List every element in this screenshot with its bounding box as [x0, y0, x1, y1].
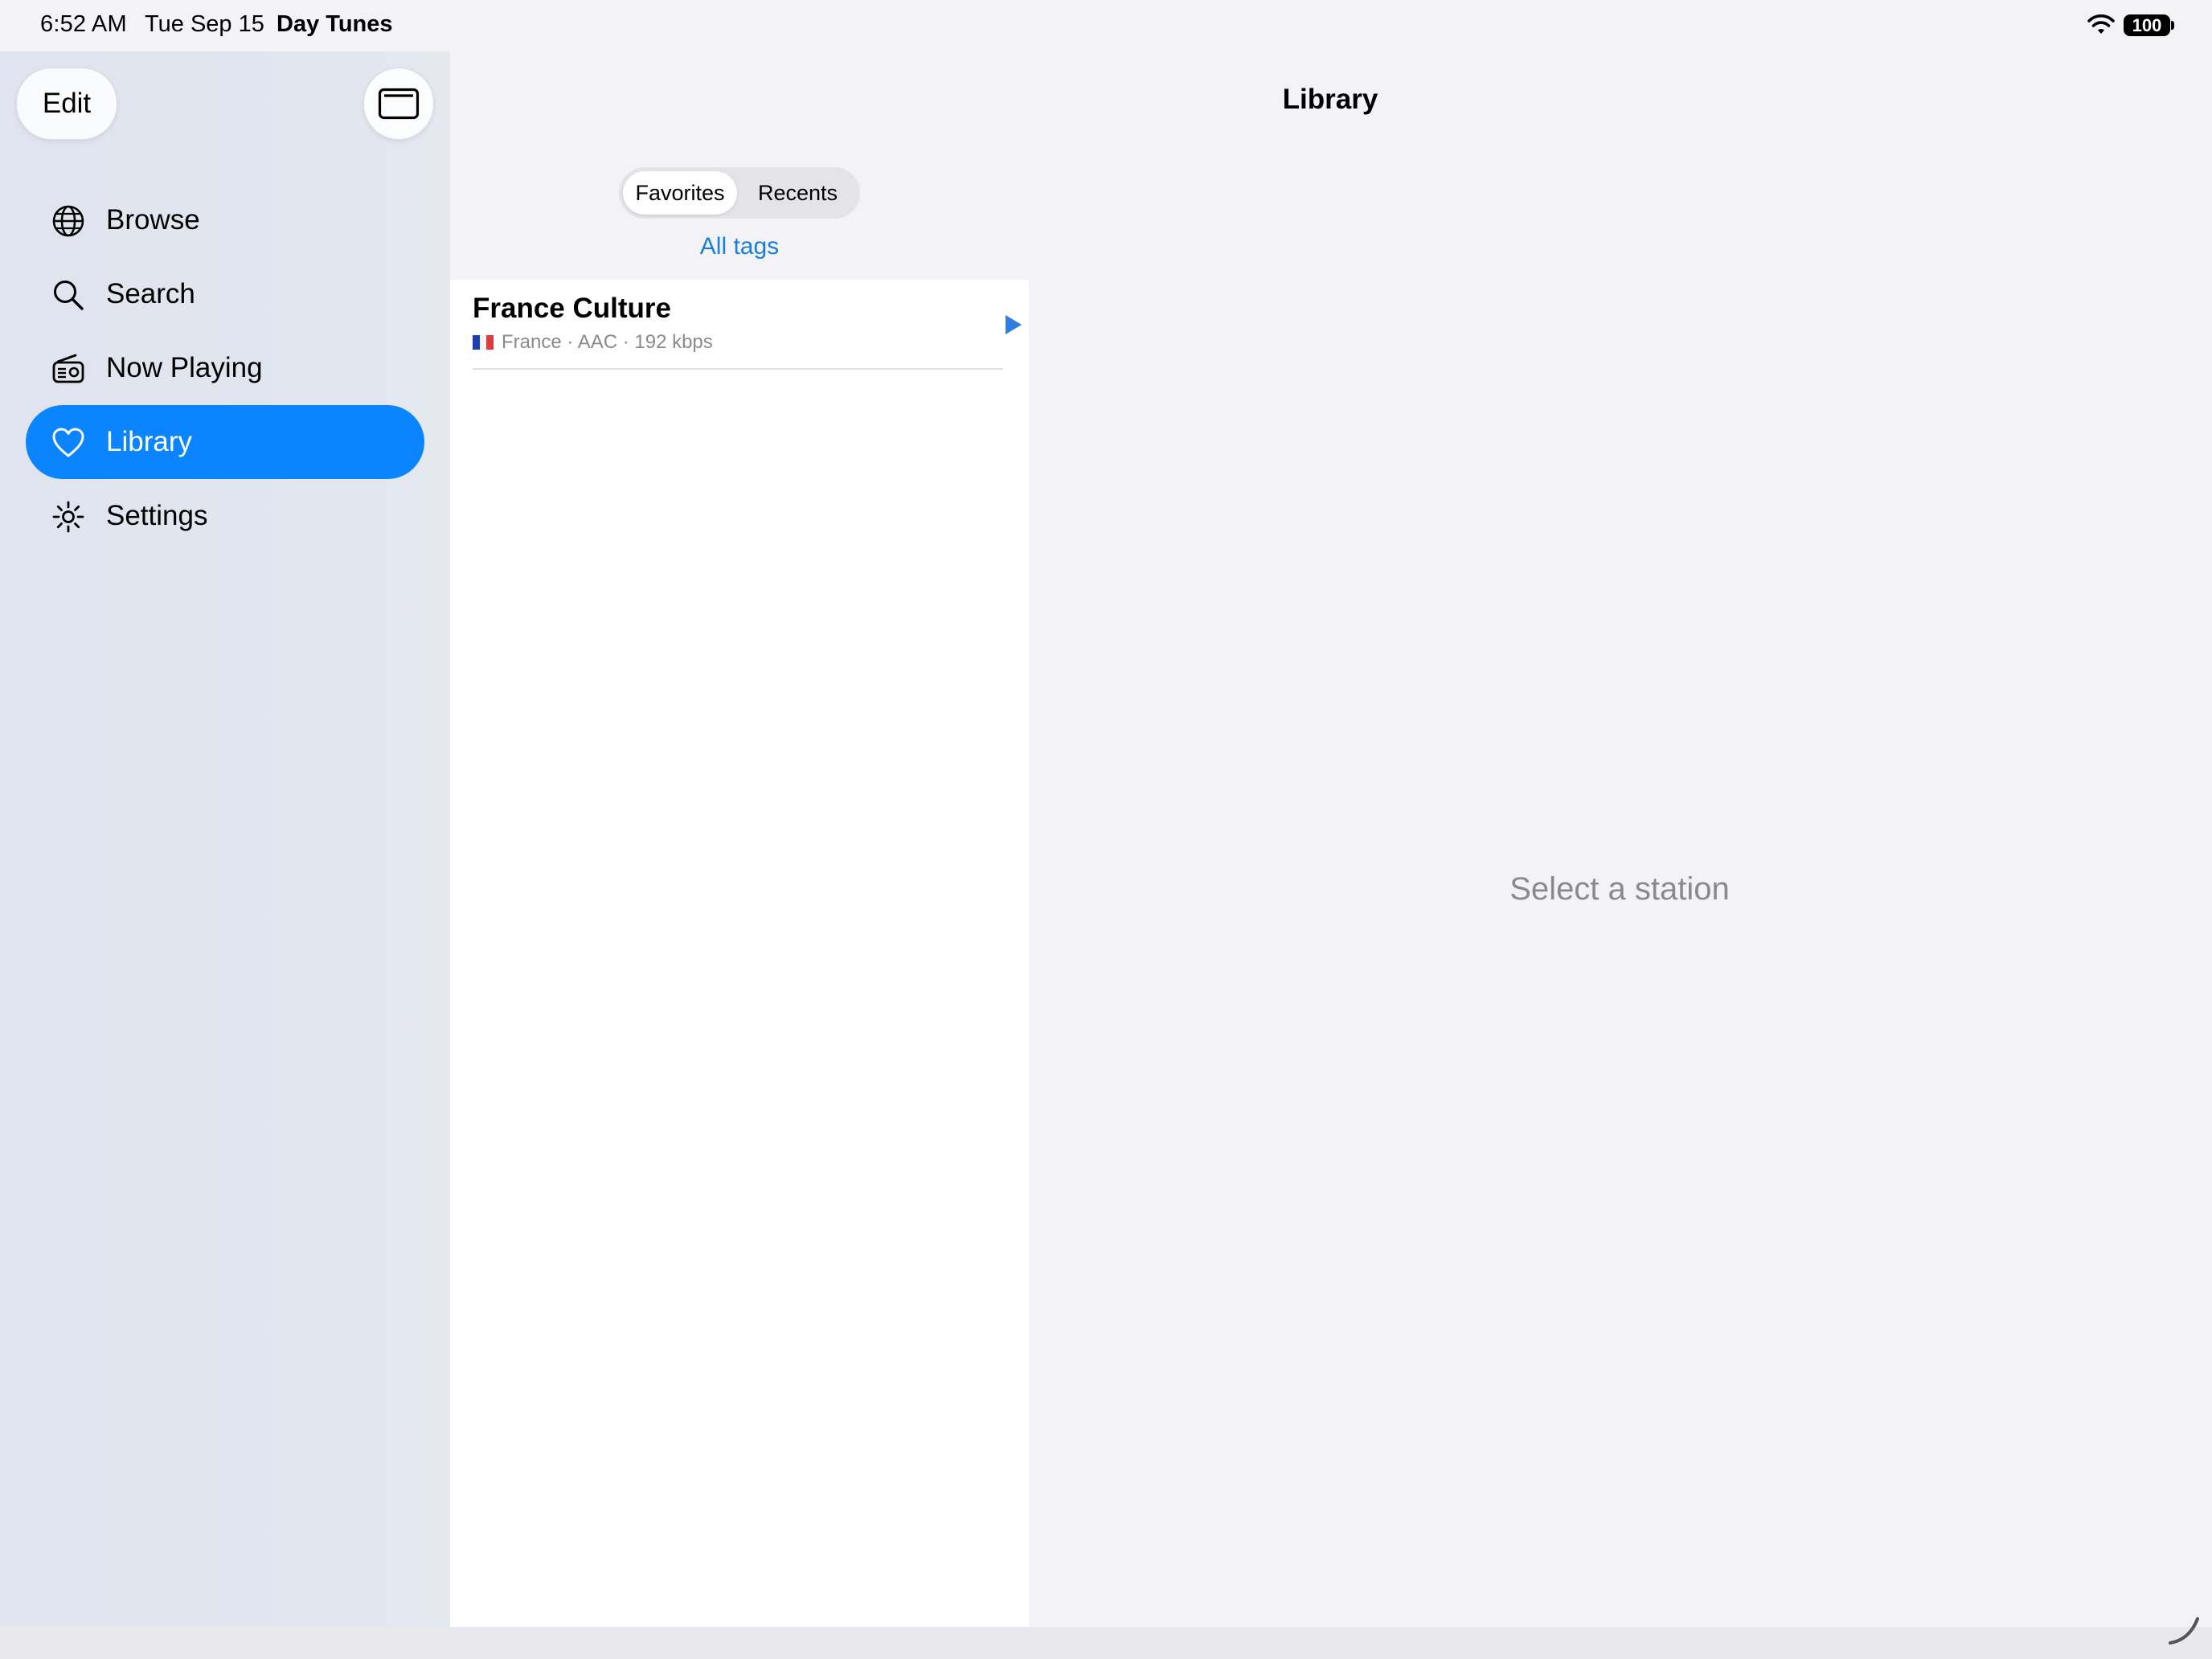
edit-button[interactable]: Edit — [16, 68, 117, 140]
page-title: Library — [1282, 84, 1378, 115]
search-icon — [54, 281, 84, 310]
sidebar-item-search[interactable]: Search — [26, 257, 424, 331]
detail-placeholder: Select a station — [1509, 871, 1730, 907]
segment-recents[interactable]: Recents — [739, 171, 856, 215]
sidebar-item-label: Settings — [106, 500, 208, 531]
list-item[interactable]: France Culture France · AAC · 192 kbps — [473, 280, 1022, 370]
battery-indicator: 100 — [2124, 14, 2170, 36]
sidebar: Edit Browse Search Now Playing Library S… — [0, 51, 450, 1627]
status-bar: 6:52 AM Tue Sep 15 Day Tunes 100 — [0, 0, 2212, 51]
sidebar-nav: Browse Search Now Playing Library Settin… — [26, 183, 424, 553]
sidebar-toggle-icon — [378, 88, 420, 120]
radio-icon — [52, 354, 84, 383]
bottom-bar — [0, 1627, 2212, 1659]
play-icon[interactable] — [1006, 315, 1022, 334]
station-name: France Culture — [473, 293, 671, 324]
sidebar-item-settings[interactable]: Settings — [26, 479, 424, 553]
station-meta-row: France · AAC · 192 kbps — [473, 331, 713, 354]
sidebar-item-label: Now Playing — [106, 352, 263, 383]
sidebar-item-label: Library — [106, 426, 192, 457]
station-meta: France · AAC · 192 kbps — [502, 331, 713, 353]
gear-icon — [52, 501, 84, 533]
sidebar-item-label: Browse — [106, 204, 200, 236]
sidebar-item-label: Search — [106, 278, 195, 309]
france-flag-icon — [473, 335, 494, 350]
status-app-name: Day Tunes — [276, 11, 393, 37]
status-date: Tue Sep 15 — [145, 11, 264, 37]
segment-favorites[interactable]: Favorites — [623, 171, 737, 215]
sidebar-item-now-playing[interactable]: Now Playing — [26, 331, 424, 405]
battery-cap — [2171, 21, 2174, 30]
segmented-control: Favorites Recents — [619, 167, 860, 219]
station-list: France Culture France · AAC · 192 kbps — [450, 280, 1029, 1627]
sidebar-item-library[interactable]: Library — [26, 405, 424, 479]
wifi-icon — [2087, 14, 2115, 34]
globe-icon — [52, 205, 84, 237]
all-tags-link[interactable]: All tags — [659, 233, 820, 260]
resize-handle-icon[interactable] — [2162, 1608, 2202, 1648]
sidebar-item-browse[interactable]: Browse — [26, 183, 424, 257]
toggle-sidebar-button[interactable] — [363, 68, 434, 140]
heart-icon — [52, 428, 84, 457]
status-time: 6:52 AM — [40, 11, 127, 37]
